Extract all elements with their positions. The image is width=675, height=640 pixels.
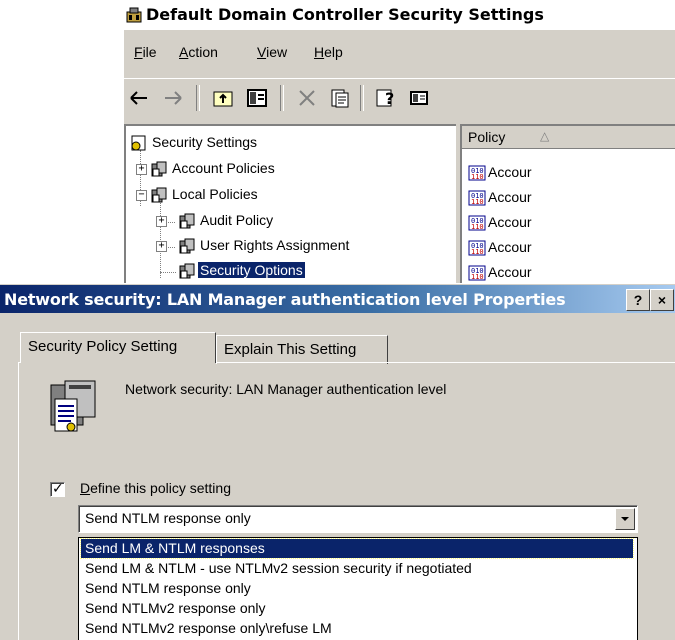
close-button[interactable]: ×: [650, 289, 674, 311]
sort-ascending-icon: △: [540, 129, 550, 143]
policy-setting-icon: 010110: [468, 190, 486, 206]
svg-text:?: ?: [385, 89, 394, 108]
help-icon[interactable]: ?: [374, 87, 396, 109]
dropdown-option[interactable]: Send NTLMv2 response only\refuse LM: [81, 619, 633, 638]
mmc-app-icon: [126, 7, 142, 23]
dialog-title: Network security: LAN Manager authentica…: [4, 290, 566, 309]
svg-text:110: 110: [471, 273, 484, 281]
menu-bar: File Action View Help: [124, 44, 675, 74]
toolbar: ?: [124, 78, 675, 115]
up-folder-icon[interactable]: [212, 87, 234, 109]
properties-icon[interactable]: [328, 87, 350, 109]
menu-view[interactable]: View: [257, 44, 287, 60]
dropdown-list: Send LM & NTLM responses Send LM & NTLM …: [78, 537, 638, 640]
mmc-window: Default Domain Controller Security Setti…: [124, 0, 675, 285]
tab-explain-this-setting[interactable]: Explain This Setting: [216, 335, 388, 364]
tab-security-policy-setting[interactable]: Security Policy Setting: [20, 332, 216, 363]
toolbar-separator: [280, 85, 284, 111]
back-arrow-icon[interactable]: [128, 87, 150, 109]
policy-name: Network security: LAN Manager authentica…: [125, 381, 447, 397]
policy-folder-icon: [151, 187, 167, 203]
chevron-down-icon: [621, 517, 629, 521]
lm-authentication-level-select[interactable]: Send NTLM response only: [78, 505, 638, 533]
properties-dialog: Network security: LAN Manager authentica…: [0, 283, 675, 640]
policy-folder-icon: [179, 213, 195, 229]
dropdown-button[interactable]: [615, 508, 635, 530]
define-policy-checkbox[interactable]: ✓: [50, 480, 65, 497]
svg-text:110: 110: [471, 173, 484, 181]
policy-setting-icon: 010110: [468, 215, 486, 231]
define-policy-label[interactable]: Define this policy setting: [80, 480, 231, 496]
delete-icon[interactable]: [296, 87, 318, 109]
menu-action[interactable]: Action: [179, 44, 218, 60]
dropdown-option[interactable]: Send LM & NTLM - use NTLMv2 session secu…: [81, 559, 633, 578]
policy-folder-icon: [179, 238, 195, 254]
forward-arrow-icon[interactable]: [162, 87, 184, 109]
select-value: Send NTLM response only: [85, 510, 251, 526]
mmc-title: Default Domain Controller Security Setti…: [146, 5, 544, 24]
policy-folder-icon: [151, 161, 167, 177]
details-pane: Policy △ 010 110 Accour 010 110 Accour 010…: [460, 124, 675, 285]
tree-expander-plus[interactable]: +: [156, 216, 167, 227]
dialog-title-bar[interactable]: Network security: LAN Manager authentica…: [0, 285, 675, 313]
mmc-title-bar[interactable]: Default Domain Controller Security Setti…: [124, 0, 675, 30]
security-settings-icon: [131, 135, 146, 151]
menu-help[interactable]: Help: [314, 44, 343, 60]
toolbar-separator: [360, 85, 364, 111]
policy-setting-icon: 010110: [468, 265, 486, 281]
policy-folder-icon: [179, 263, 195, 279]
svg-text:110: 110: [471, 223, 484, 231]
dropdown-option[interactable]: Send NTLMv2 response only: [81, 599, 633, 618]
tree-connector: [160, 272, 176, 273]
toolbar-separator: [196, 85, 200, 111]
tree-expander-plus[interactable]: +: [136, 164, 147, 175]
dropdown-option[interactable]: Send NTLM response only: [81, 579, 633, 598]
policy-setting-icon: 010110: [468, 240, 486, 256]
policy-icon: [50, 380, 96, 432]
console-pane-icon[interactable]: [408, 87, 430, 109]
checkmark-icon: ✓: [52, 480, 64, 496]
help-button[interactable]: ?: [626, 289, 650, 311]
svg-text:110: 110: [471, 248, 484, 256]
dropdown-option[interactable]: Send LM & NTLM responses: [80, 538, 634, 559]
menu-file[interactable]: File: [134, 44, 157, 60]
tree-connector: [160, 196, 161, 278]
column-header-policy[interactable]: Policy △: [462, 126, 675, 149]
console-tree: Security Settings + Account Policies − L…: [124, 124, 456, 285]
svg-text:110: 110: [471, 198, 484, 206]
tree-expander-minus[interactable]: −: [136, 190, 147, 201]
tree-expander-plus[interactable]: +: [156, 241, 167, 252]
policy-setting-icon: 010110: [468, 165, 486, 181]
show-hide-tree-icon[interactable]: [246, 87, 268, 109]
